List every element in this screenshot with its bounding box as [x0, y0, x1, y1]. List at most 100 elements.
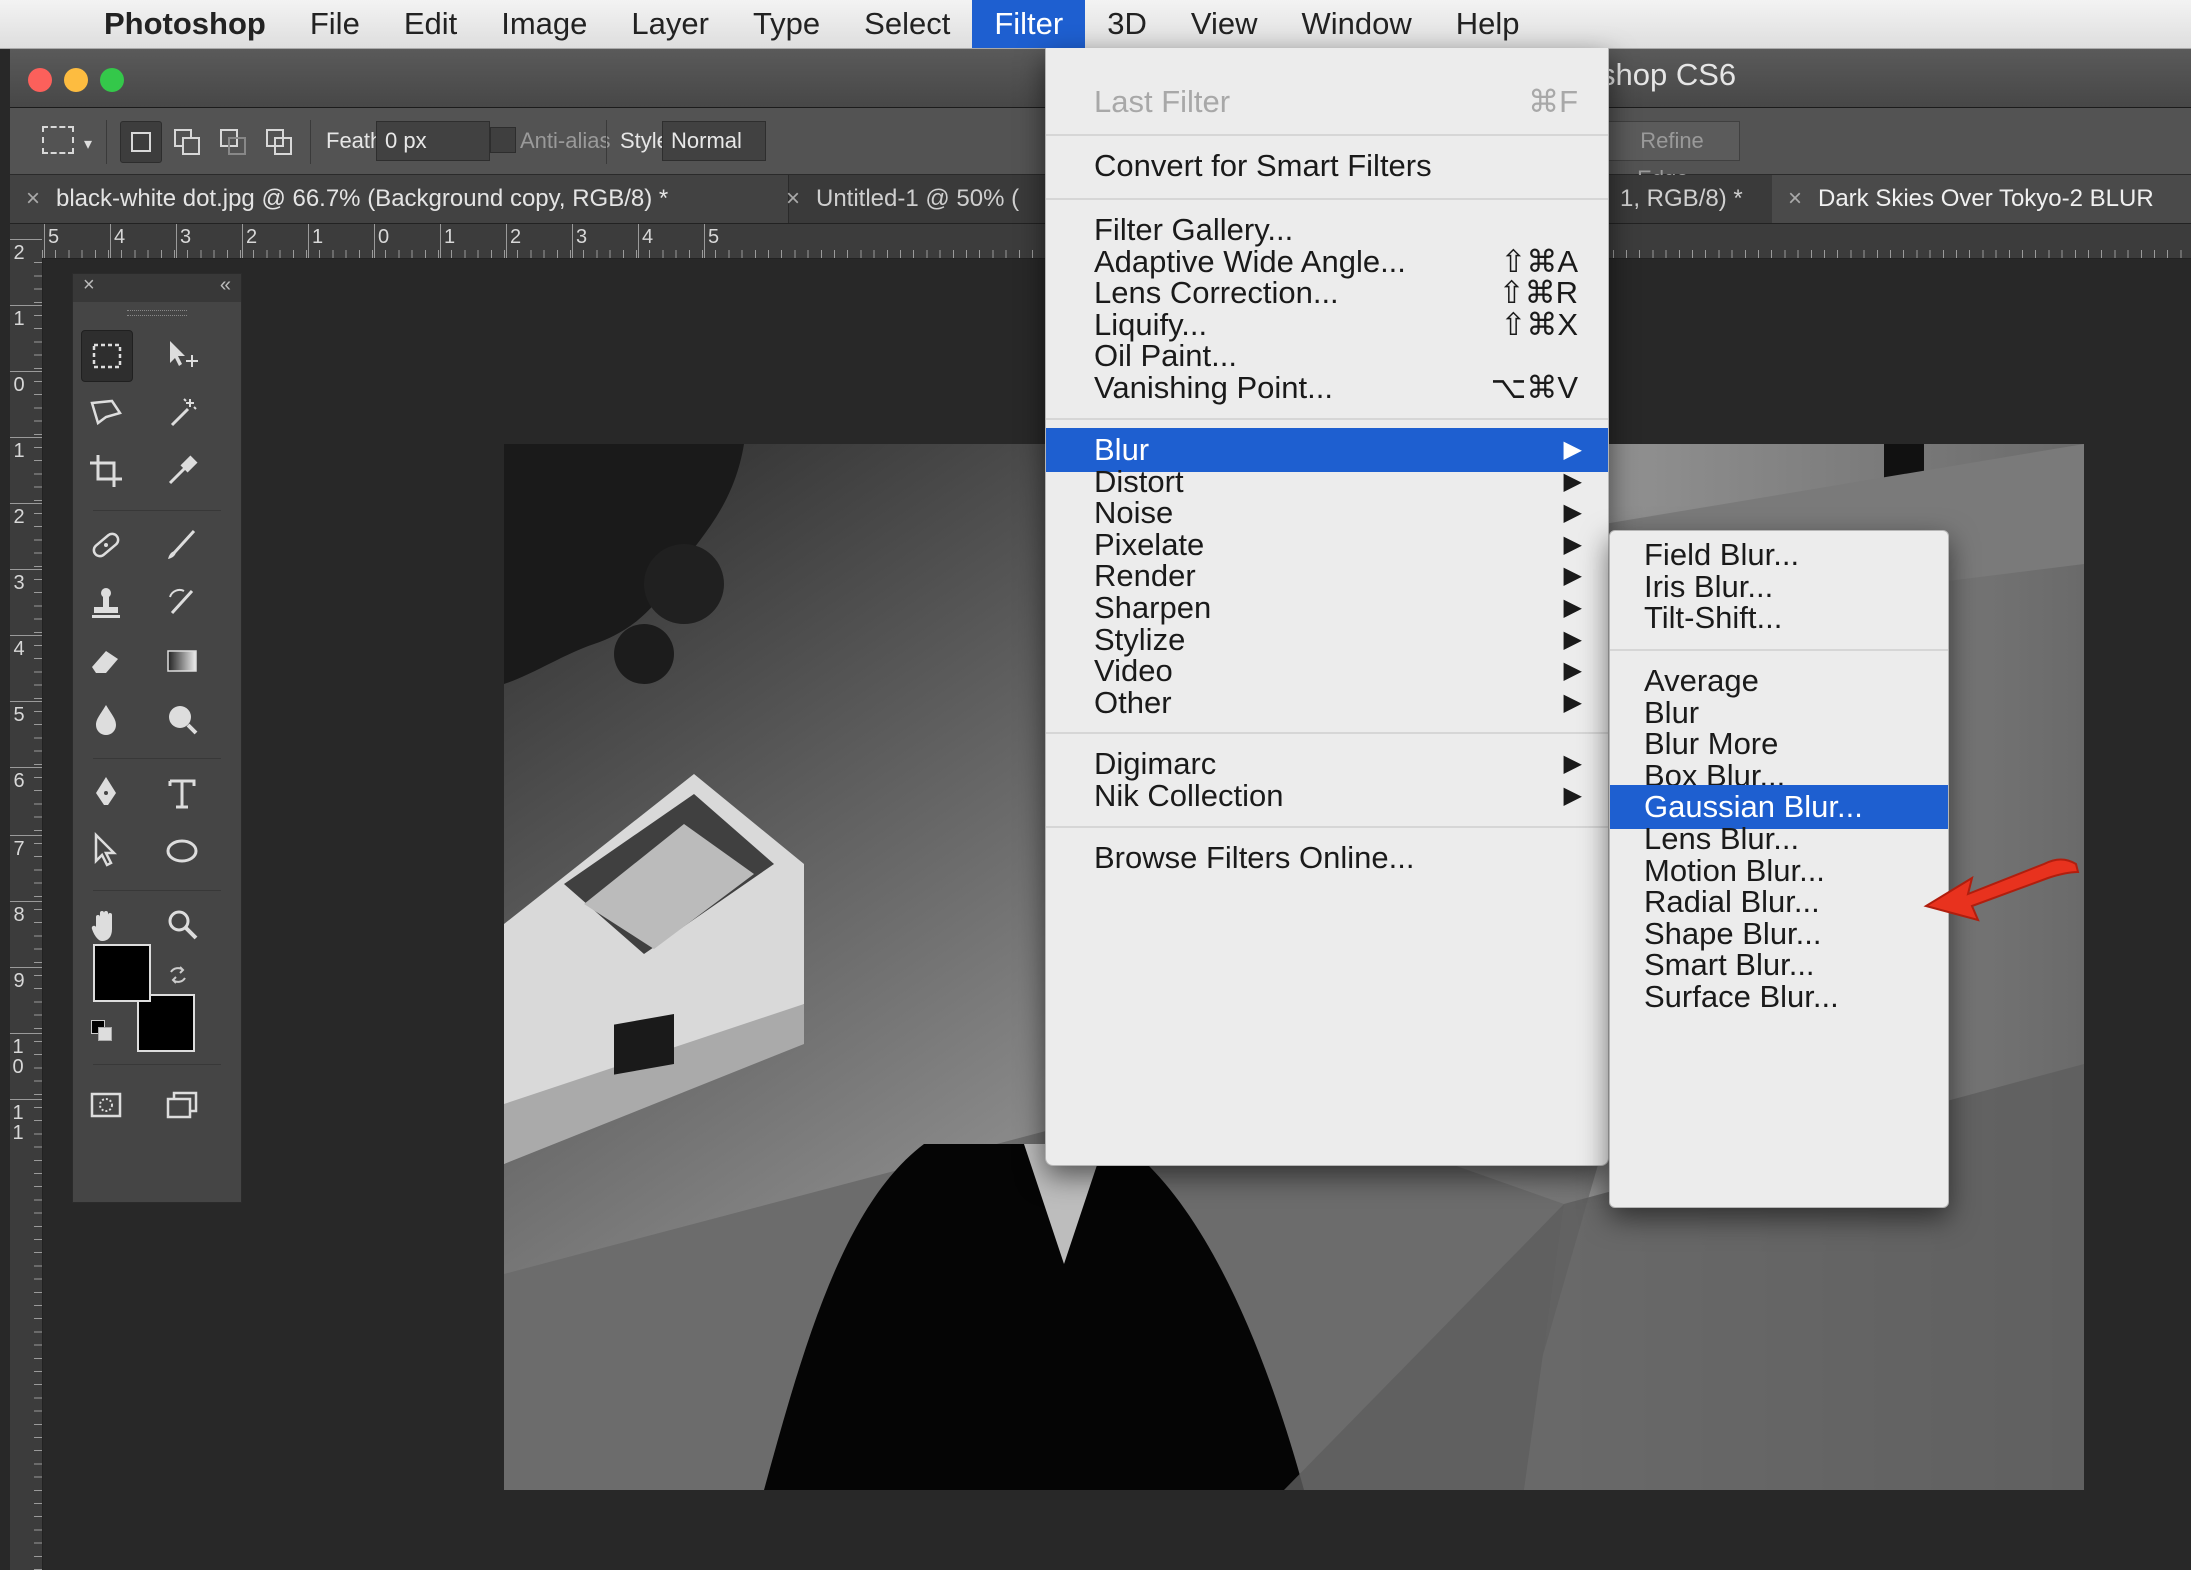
add-to-selection-icon[interactable]: [166, 121, 208, 163]
foreground-color-swatch[interactable]: [93, 944, 151, 1002]
tools-grip[interactable]: [127, 310, 187, 316]
minimize-window-button[interactable]: [64, 68, 88, 92]
eraser-tool-icon[interactable]: [81, 636, 131, 686]
menu-item-label: Nik Collection: [1094, 777, 1284, 813]
menu-file[interactable]: File: [288, 0, 382, 48]
crop-tool-icon[interactable]: [81, 446, 131, 496]
ellipse-tool-icon[interactable]: [157, 826, 207, 876]
menu-photoshop[interactable]: Photoshop: [82, 0, 288, 48]
ruler-label: 8: [13, 904, 25, 926]
tab-close-icon[interactable]: ×: [26, 175, 40, 223]
zoom-window-button[interactable]: [100, 68, 124, 92]
menu-item-browse-filters-online[interactable]: Browse Filters Online...: [1046, 836, 1608, 880]
ruler-tick: [242, 224, 243, 258]
menu-item-other[interactable]: Other ▶: [1046, 681, 1608, 725]
menu-item-convert-smart-filters[interactable]: Convert for Smart Filters: [1046, 144, 1608, 188]
menu-select[interactable]: Select: [842, 0, 972, 48]
move-tool-icon[interactable]: [157, 330, 207, 380]
swap-colors-icon[interactable]: [167, 964, 189, 986]
window-title: shop CS6: [1600, 57, 1737, 92]
ruler-label: 11: [12, 1102, 24, 1144]
menu-view[interactable]: View: [1169, 0, 1280, 48]
ruler-label: 9: [13, 970, 25, 992]
anti-alias-label: Anti-alias: [520, 128, 611, 153]
pen-tool-icon[interactable]: [81, 768, 131, 818]
ruler-tick: [10, 635, 42, 636]
ruler-tick: [308, 224, 309, 258]
ruler-tick: [638, 224, 639, 258]
screen-mode-icon[interactable]: [157, 1080, 207, 1130]
tools-panel-header[interactable]: × «: [73, 274, 241, 302]
eyedropper-tool-icon[interactable]: [157, 446, 207, 496]
tab-close-icon[interactable]: ×: [786, 175, 800, 223]
tools-collapse-icon[interactable]: «: [220, 274, 231, 297]
menu-help[interactable]: Help: [1434, 0, 1542, 48]
style-select[interactable]: Normal: [662, 121, 766, 161]
blur-submenu: Field Blur... Iris Blur... Tilt-Shift... Av…: [1609, 530, 1949, 1208]
ruler-tick: [10, 967, 42, 968]
menu-edit[interactable]: Edit: [382, 0, 479, 48]
submenu-arrow-icon: ▶: [1563, 688, 1582, 716]
blur-tool-icon[interactable]: [81, 694, 131, 744]
brush-tool-icon[interactable]: [157, 520, 207, 570]
tab-black-white-dot[interactable]: × black-white dot.jpg @ 66.7% (Backgroun…: [10, 175, 789, 223]
menu-3d[interactable]: 3D: [1085, 0, 1169, 48]
ruler-tick: [10, 767, 42, 768]
tab-close-icon[interactable]: ×: [1788, 175, 1802, 223]
gradient-tool-icon[interactable]: [157, 636, 207, 686]
menu-window[interactable]: Window: [1280, 0, 1434, 48]
clone-stamp-tool-icon[interactable]: [81, 578, 131, 628]
zoom-tool-icon[interactable]: [157, 900, 207, 950]
menu-layer[interactable]: Layer: [609, 0, 731, 48]
menu-item-label: Tilt-Shift...: [1644, 600, 1783, 636]
ruler-tick: [10, 835, 42, 836]
menu-item-vanishing-point[interactable]: Vanishing Point... ⌥⌘V: [1046, 366, 1608, 410]
lasso-tool-icon[interactable]: [81, 388, 131, 438]
path-selection-tool-icon[interactable]: [81, 826, 131, 876]
magic-wand-tool-icon[interactable]: [157, 388, 207, 438]
tab-dark-skies-tokyo[interactable]: × Dark Skies Over Tokyo-2 BLUR: [1772, 175, 2191, 223]
menu-item-surface-blur[interactable]: Surface Blur...: [1610, 975, 1948, 1019]
tools-close-icon[interactable]: ×: [83, 274, 95, 297]
ruler-tick: [10, 569, 42, 570]
quick-mask-icon[interactable]: [81, 1080, 131, 1130]
ruler-label: 0: [378, 226, 390, 248]
ruler-tick: [10, 901, 42, 902]
menu-item-label: Vanishing Point...: [1094, 370, 1333, 405]
ruler-label: 3: [13, 572, 25, 594]
menu-type[interactable]: Type: [731, 0, 842, 48]
spot-healing-brush-icon[interactable]: [81, 520, 131, 570]
new-selection-icon[interactable]: [120, 121, 162, 163]
anti-alias-checkbox[interactable]: [490, 127, 516, 153]
type-tool-icon[interactable]: [157, 768, 207, 818]
ruler-tick: [110, 224, 111, 258]
menu-filter[interactable]: Filter: [972, 0, 1086, 48]
ruler-label: 2: [13, 506, 25, 528]
close-window-button[interactable]: [28, 68, 52, 92]
background-color-swatch[interactable]: [137, 994, 195, 1052]
ruler-label: 2: [510, 226, 522, 248]
history-brush-tool-icon[interactable]: [157, 578, 207, 628]
default-colors-icon[interactable]: [91, 1020, 113, 1042]
menu-item-shortcut: ⌘F: [1528, 84, 1578, 119]
feather-input[interactable]: 0 px: [376, 121, 490, 161]
menu-image[interactable]: Image: [479, 0, 609, 48]
menu-separator: [1046, 134, 1608, 136]
subtract-from-selection-icon[interactable]: [212, 121, 254, 163]
menu-item-nik-collection[interactable]: Nik Collection ▶: [1046, 774, 1608, 818]
tools-panel: × «: [72, 273, 242, 1203]
tab-rgb-document[interactable]: 1, RGB/8) *: [1608, 175, 1795, 223]
menu-item-tilt-shift[interactable]: Tilt-Shift...: [1610, 596, 1948, 640]
menu-item-label: Surface Blur...: [1644, 979, 1839, 1014]
refine-edge-button[interactable]: Refine Edge...: [1604, 121, 1740, 191]
menu-item-last-filter[interactable]: Last Filter ⌘F: [1046, 80, 1608, 124]
ruler-label: 3: [180, 226, 192, 248]
ruler-tick: [10, 701, 42, 702]
marquee-preset-icon[interactable]: ▾: [38, 122, 92, 158]
hand-tool-icon[interactable]: [81, 900, 131, 950]
ruler-tick: [10, 1033, 42, 1034]
dodge-tool-icon[interactable]: [157, 694, 207, 744]
intersect-selection-icon[interactable]: [258, 121, 300, 163]
ruler-tick: [440, 224, 441, 258]
rectangular-marquee-tool-icon[interactable]: [81, 330, 133, 382]
